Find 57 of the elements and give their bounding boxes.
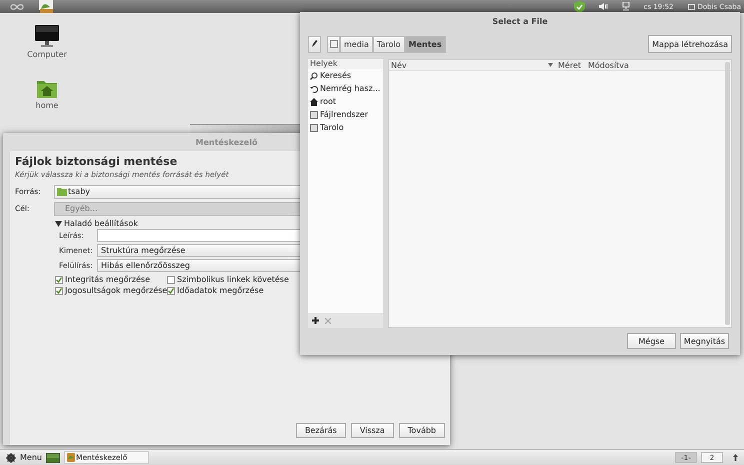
dialog-button[interactable]: Tovább xyxy=(398,423,445,438)
create-folder-button[interactable]: Mappa létrehozása xyxy=(648,35,732,53)
home-icon xyxy=(310,98,318,106)
path-button[interactable]: Tarolo xyxy=(372,36,405,52)
shield-icon[interactable] xyxy=(574,0,585,12)
path-root-button[interactable] xyxy=(327,36,340,52)
add-icon[interactable] xyxy=(312,317,319,324)
checkbox[interactable]: Szimbolikus linkek követése xyxy=(167,275,327,284)
search-icon xyxy=(310,72,318,80)
pencil-icon xyxy=(311,40,318,48)
empty-box-icon xyxy=(167,276,175,284)
advanced-expander[interactable]: Haladó beállítások xyxy=(55,218,445,229)
place-item[interactable]: Keresés xyxy=(308,69,383,82)
path-button[interactable]: Mentes xyxy=(404,36,446,52)
checked-box-icon xyxy=(55,286,63,294)
volume-icon[interactable] xyxy=(598,3,608,10)
checkbox[interactable]: Integritás megőrzése xyxy=(55,275,167,284)
infinity-icon[interactable] xyxy=(10,2,24,10)
column-header[interactable]: Módosítva xyxy=(588,60,629,70)
expander-icon xyxy=(55,220,62,226)
app-icon[interactable] xyxy=(38,0,56,13)
dialog-button[interactable]: Megnyitás xyxy=(680,333,729,349)
network-icon[interactable] xyxy=(622,2,630,11)
place-item[interactable]: root xyxy=(308,95,383,108)
window-title: Mentéskezelő xyxy=(196,136,258,148)
heading: Fájlok biztonsági mentése xyxy=(15,155,178,168)
column-header[interactable]: Méret xyxy=(558,60,588,70)
checked-box-icon xyxy=(167,286,175,294)
computer-icon[interactable] xyxy=(34,24,60,48)
desktop-icon-label[interactable]: Computer xyxy=(27,50,67,59)
place-item[interactable]: Fájlrendszer xyxy=(308,108,383,121)
drive-icon xyxy=(330,40,338,48)
sort-arrow-icon[interactable] xyxy=(548,63,553,67)
type-location-button[interactable] xyxy=(308,36,321,52)
user-icon[interactable] xyxy=(688,4,694,10)
checkbox[interactable]: Jogosultságok megőrzése xyxy=(55,286,167,295)
folder-icon xyxy=(57,188,67,196)
dialog-button[interactable]: Bezárás xyxy=(296,423,346,438)
place-item[interactable]: Nemrég hasz... xyxy=(308,82,383,95)
checked-box-icon xyxy=(55,276,63,284)
gear-icon xyxy=(6,452,16,462)
dialog-button[interactable]: Mégse xyxy=(627,333,676,349)
column-header[interactable]: Név xyxy=(389,60,548,70)
dialog-button[interactable]: Vissza xyxy=(350,423,394,438)
menu-button[interactable]: Menu xyxy=(0,452,42,462)
up-arrow-icon[interactable] xyxy=(733,454,738,461)
scrollbar[interactable] xyxy=(725,62,730,325)
app-icon xyxy=(66,453,75,462)
window-title: Select a File xyxy=(492,16,548,28)
show-desktop-icon[interactable] xyxy=(46,452,60,462)
column-header[interactable]: Helyek xyxy=(308,59,383,69)
checkbox[interactable]: Időadatok megőrzése xyxy=(167,286,327,295)
home-folder-icon[interactable] xyxy=(36,79,58,99)
place-item[interactable]: Tarolo xyxy=(308,121,383,134)
desktop-icon-label[interactable]: home xyxy=(36,101,58,110)
history-icon xyxy=(310,84,318,92)
path-button[interactable]: media xyxy=(340,36,373,52)
